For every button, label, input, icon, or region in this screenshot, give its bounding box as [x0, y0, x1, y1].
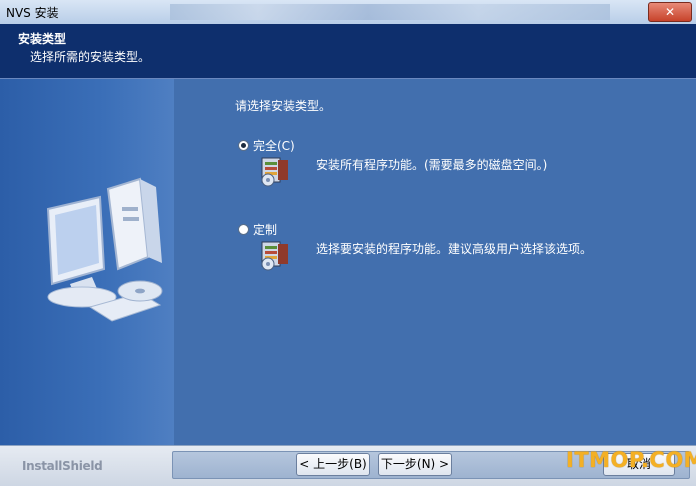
install-type-prompt: 请选择安装类型。	[235, 99, 332, 113]
package-icon	[261, 157, 288, 187]
page-header: 安装类型 选择所需的安装类型。	[0, 24, 696, 79]
radio-custom[interactable]	[238, 224, 249, 235]
package-icon	[261, 241, 288, 271]
option-custom[interactable]: 定制	[238, 221, 277, 238]
option-complete-label: 完全(C)	[253, 139, 295, 153]
back-button[interactable]: < 上一步(B)	[296, 453, 370, 476]
page-subtitle: 选择所需的安装类型。	[30, 50, 151, 64]
title-bar: NVS 安装 ✕	[0, 0, 696, 24]
installer-window: NVS 安装 ✕ 安装类型 选择所需的安装类型。 请选择安装类型。 完全(C) …	[0, 0, 696, 486]
next-button[interactable]: 下一步(N) >	[378, 453, 452, 476]
watermark-text: ITMOP.COM	[566, 448, 696, 472]
page-title: 安装类型	[18, 32, 67, 46]
option-complete-description: 安装所有程序功能。(需要最多的磁盘空间。)	[316, 158, 548, 172]
close-button[interactable]: ✕	[648, 2, 692, 22]
content-panel	[174, 79, 696, 445]
blurred-taskbar-strip	[170, 4, 610, 20]
window-title: NVS 安装	[6, 6, 59, 20]
installshield-brand: InstallShield	[22, 459, 103, 473]
option-custom-label: 定制	[253, 223, 278, 237]
option-complete[interactable]: 完全(C)	[238, 137, 295, 154]
radio-complete[interactable]	[238, 140, 249, 151]
option-custom-description: 选择要安装的程序功能。建议高级用户选择该选项。	[316, 242, 593, 256]
side-graphic-panel	[0, 79, 174, 445]
computer-illustration	[46, 177, 163, 322]
